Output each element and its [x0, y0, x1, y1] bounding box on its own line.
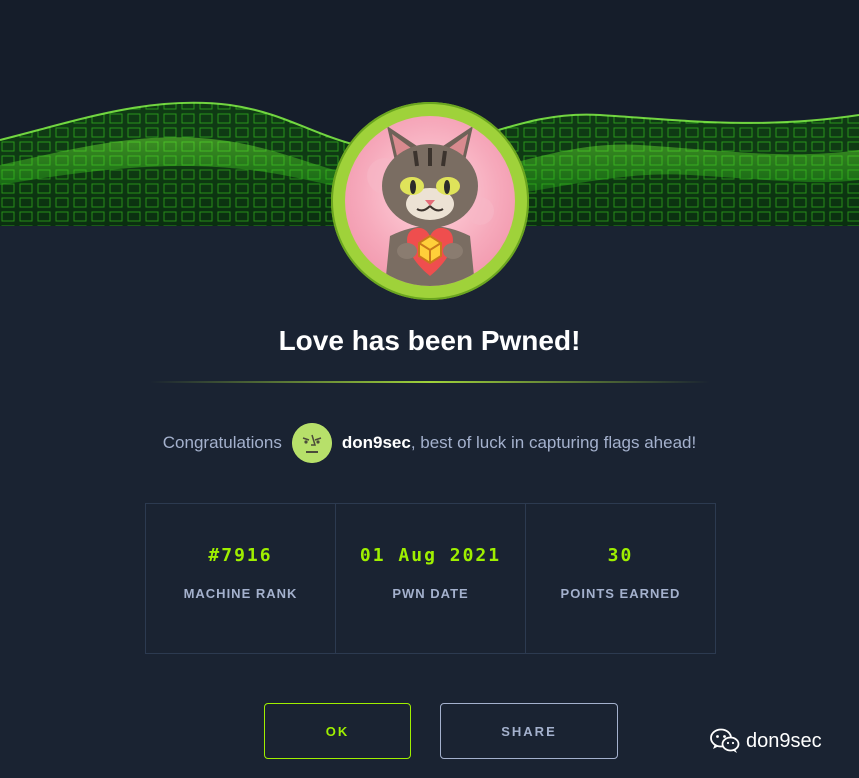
pwn-date-label: PWN DATE	[392, 586, 469, 601]
machine-avatar	[331, 102, 529, 300]
stats-panel: #7916 MACHINE RANK 01 Aug 2021 PWN DATE …	[145, 503, 716, 654]
machine-avatar-image	[345, 116, 515, 286]
congratulations-message: Congratulations don9sec , best of luck i…	[0, 423, 859, 463]
watermark: don9sec	[710, 728, 822, 754]
user-face-icon	[291, 423, 332, 463]
share-button[interactable]: SHARE	[440, 703, 618, 759]
stat-pwn-date: 01 Aug 2021 PWN DATE	[336, 504, 526, 653]
title-divider	[150, 381, 710, 383]
congrats-prefix: Congratulations	[162, 433, 282, 452]
username[interactable]: don9sec	[342, 433, 411, 453]
wechat-icon	[710, 728, 740, 753]
machine-rank-value: #7916	[208, 545, 273, 566]
stat-machine-rank: #7916 MACHINE RANK	[146, 504, 336, 653]
stat-points-earned: 30 POINTS EARNED	[526, 504, 715, 653]
page-title: Love has been Pwned!	[278, 325, 581, 356]
ok-button[interactable]: OK	[264, 703, 411, 759]
points-earned-value: 30	[607, 545, 634, 566]
points-earned-label: POINTS EARNED	[560, 586, 681, 601]
machine-rank-label: MACHINE RANK	[183, 586, 298, 601]
congrats-suffix: , best of luck in capturing flags ahead!	[410, 433, 697, 452]
user-avatar[interactable]	[291, 423, 332, 463]
watermark-text: don9sec	[746, 729, 822, 752]
pwn-date-value: 01 Aug 2021	[359, 545, 502, 566]
cat-heart-icon	[367, 126, 494, 286]
